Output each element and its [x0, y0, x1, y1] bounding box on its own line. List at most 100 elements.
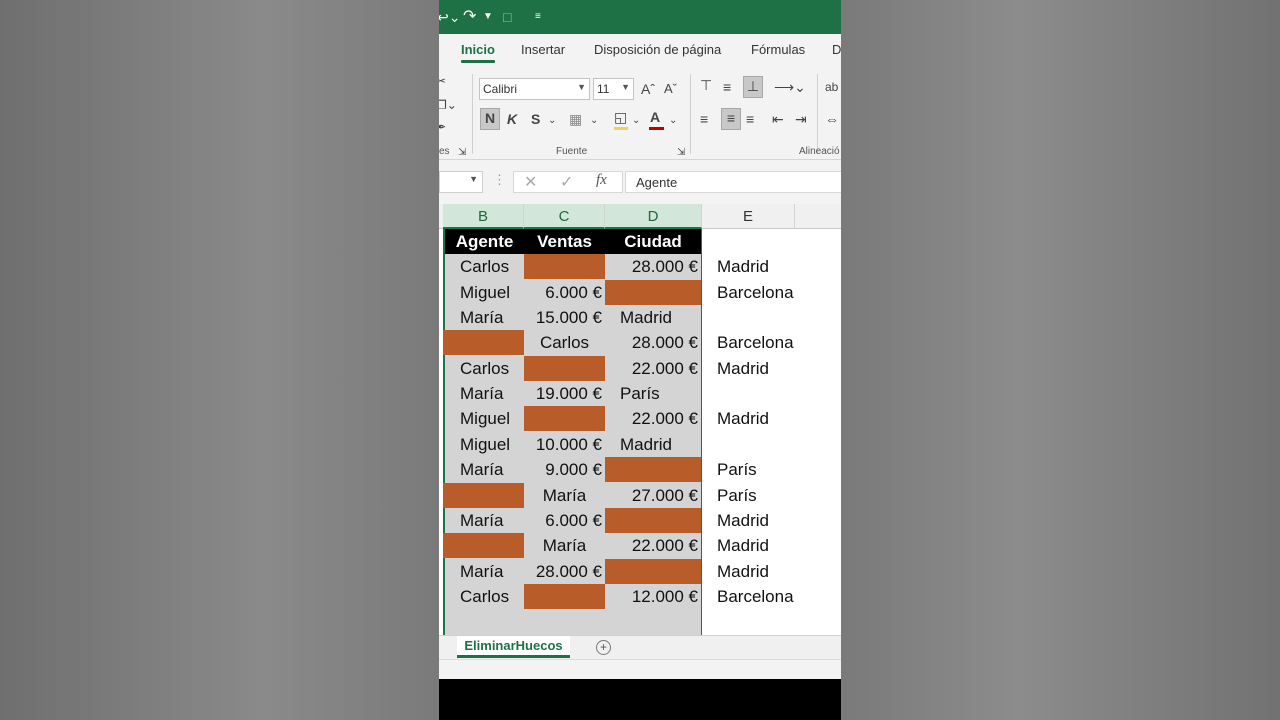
table-cell[interactable]: 15.000 €	[524, 305, 605, 330]
chevron-down-icon[interactable]: ⌄	[632, 112, 640, 130]
tab-inicio[interactable]: Inicio	[461, 42, 495, 57]
column-header-d[interactable]: D	[605, 204, 702, 229]
header-cell-ciudad[interactable]: Ciudad	[605, 229, 701, 254]
table-cell[interactable]: Barcelona	[702, 280, 822, 305]
tab-insertar[interactable]: Insertar	[521, 42, 565, 57]
table-cell[interactable]: 28.000 €	[524, 559, 605, 584]
table-cell[interactable]: Madrid	[605, 305, 701, 330]
table-cell[interactable]: Madrid	[702, 356, 822, 381]
tab-disposicion[interactable]: Disposición de página	[594, 42, 721, 57]
align-bottom-icon[interactable]: ⊥	[743, 76, 763, 98]
table-cell[interactable]	[524, 254, 605, 279]
copy-icon[interactable]: ❐⌄	[439, 96, 457, 114]
table-cell[interactable]: María	[445, 457, 524, 482]
table-cell[interactable]: María	[524, 533, 605, 558]
italic-button[interactable]: K	[507, 110, 517, 128]
table-cell[interactable]	[443, 533, 524, 558]
customize-toolbar-icon[interactable]: ≡	[535, 8, 541, 26]
table-cell[interactable]	[443, 483, 524, 508]
table-cell[interactable]: 22.000 €	[605, 406, 701, 431]
table-cell[interactable]: Madrid	[605, 432, 701, 457]
name-box[interactable]: ▼	[439, 171, 483, 193]
bold-button[interactable]: N	[480, 108, 500, 130]
header-cell-agente[interactable]: Agente	[445, 229, 524, 254]
table-cell[interactable]	[702, 305, 822, 330]
table-cell[interactable]: 10.000 €	[524, 432, 605, 457]
table-cell[interactable]: Madrid	[702, 508, 822, 533]
font-color-icon[interactable]: A	[650, 108, 660, 126]
formula-input[interactable]: Agente	[625, 171, 841, 193]
chevron-down-icon[interactable]: ⌄	[548, 112, 556, 130]
merge-center-icon[interactable]: ⇔	[825, 110, 839, 128]
table-cell[interactable]: Carlos	[445, 254, 524, 279]
table-cell[interactable]: París	[702, 483, 822, 508]
table-cell[interactable]	[443, 330, 524, 355]
table-cell[interactable]: París	[605, 381, 701, 406]
table-cell[interactable]	[605, 559, 701, 584]
table-cell[interactable]: Carlos	[445, 584, 524, 609]
table-cell[interactable]: 6.000 €	[524, 508, 605, 533]
table-cell[interactable]: Miguel	[445, 406, 524, 431]
table-cell[interactable]: María	[445, 381, 524, 406]
table-cell[interactable]: Miguel	[445, 432, 524, 457]
font-launcher-icon[interactable]: ⇲	[677, 144, 685, 162]
sheet-tab-eliminarhuecos[interactable]: EliminarHuecos	[457, 636, 570, 658]
table-cell[interactable]: 19.000 €	[524, 381, 605, 406]
insert-function-icon[interactable]: fx	[596, 172, 607, 189]
table-cell[interactable]	[702, 432, 822, 457]
table-cell[interactable]: 22.000 €	[605, 356, 701, 381]
chevron-down-icon[interactable]: ⌄	[669, 112, 677, 130]
table-cell[interactable]	[524, 584, 605, 609]
decrease-font-icon[interactable]: Aˇ	[664, 80, 677, 98]
align-right-icon[interactable]: ≡	[746, 110, 754, 128]
add-sheet-button[interactable]: +	[596, 640, 611, 655]
tab-datos[interactable]: D	[832, 42, 841, 57]
borders-icon[interactable]: ▦	[569, 110, 582, 128]
strike-button[interactable]: S	[531, 110, 540, 128]
align-center-icon[interactable]: ≡	[721, 108, 741, 130]
table-cell[interactable]: María	[524, 483, 605, 508]
align-middle-icon[interactable]: ≡	[723, 78, 731, 96]
enter-icon[interactable]: ✓	[560, 172, 573, 192]
table-cell[interactable]: Barcelona	[702, 330, 822, 355]
table-cell[interactable]: París	[702, 457, 822, 482]
font-size-select[interactable]: 11 ▼	[593, 78, 634, 100]
column-header-b[interactable]: B	[443, 204, 524, 229]
align-left-icon[interactable]: ≡	[700, 110, 708, 128]
table-cell[interactable]	[702, 381, 822, 406]
table-cell[interactable]: 6.000 €	[524, 280, 605, 305]
column-header-c[interactable]: C	[524, 204, 605, 229]
table-cell[interactable]: Carlos	[524, 330, 605, 355]
table-cell[interactable]: 12.000 €	[605, 584, 701, 609]
table-cell[interactable]: Carlos	[445, 356, 524, 381]
column-header-e[interactable]: E	[702, 204, 795, 229]
scissors-icon[interactable]: ✂	[439, 72, 446, 90]
undo-dropdown-icon[interactable]: ↩⌄	[439, 8, 460, 26]
orientation-icon[interactable]: ⟶⌄	[774, 78, 806, 96]
table-cell[interactable]: 9.000 €	[524, 457, 605, 482]
redo-icon[interactable]: ↷	[463, 8, 476, 26]
decrease-indent-icon[interactable]: ⇤	[772, 110, 784, 128]
table-cell[interactable]: Madrid	[702, 406, 822, 431]
align-top-icon[interactable]: ⊤	[700, 76, 712, 94]
increase-font-icon[interactable]: Aˆ	[641, 80, 655, 98]
fill-color-icon[interactable]: ◱	[614, 108, 627, 126]
worksheet-grid[interactable]: Agente Ventas Ciudad ✚ Carlos28.000 €Mad…	[439, 229, 841, 635]
table-cell[interactable]: María	[445, 508, 524, 533]
table-cell[interactable]: 28.000 €	[605, 330, 701, 355]
table-cell[interactable]	[524, 406, 605, 431]
chevron-down-icon[interactable]: ⌄	[590, 112, 598, 130]
table-cell[interactable]	[605, 508, 701, 533]
table-cell[interactable]: 28.000 €	[605, 254, 701, 279]
table-cell[interactable]: María	[445, 305, 524, 330]
header-cell-ventas[interactable]: Ventas	[524, 229, 605, 254]
table-cell[interactable]	[605, 457, 701, 482]
table-cell[interactable]: Miguel	[445, 280, 524, 305]
cancel-icon[interactable]: ✕	[524, 172, 537, 192]
table-cell[interactable]: María	[445, 559, 524, 584]
table-cell[interactable]: Madrid	[702, 533, 822, 558]
format-painter-icon[interactable]: ✒	[439, 118, 446, 136]
table-cell[interactable]: 22.000 €	[605, 533, 701, 558]
table-cell[interactable]: Barcelona	[702, 584, 822, 609]
tab-formulas[interactable]: Fórmulas	[751, 42, 805, 57]
